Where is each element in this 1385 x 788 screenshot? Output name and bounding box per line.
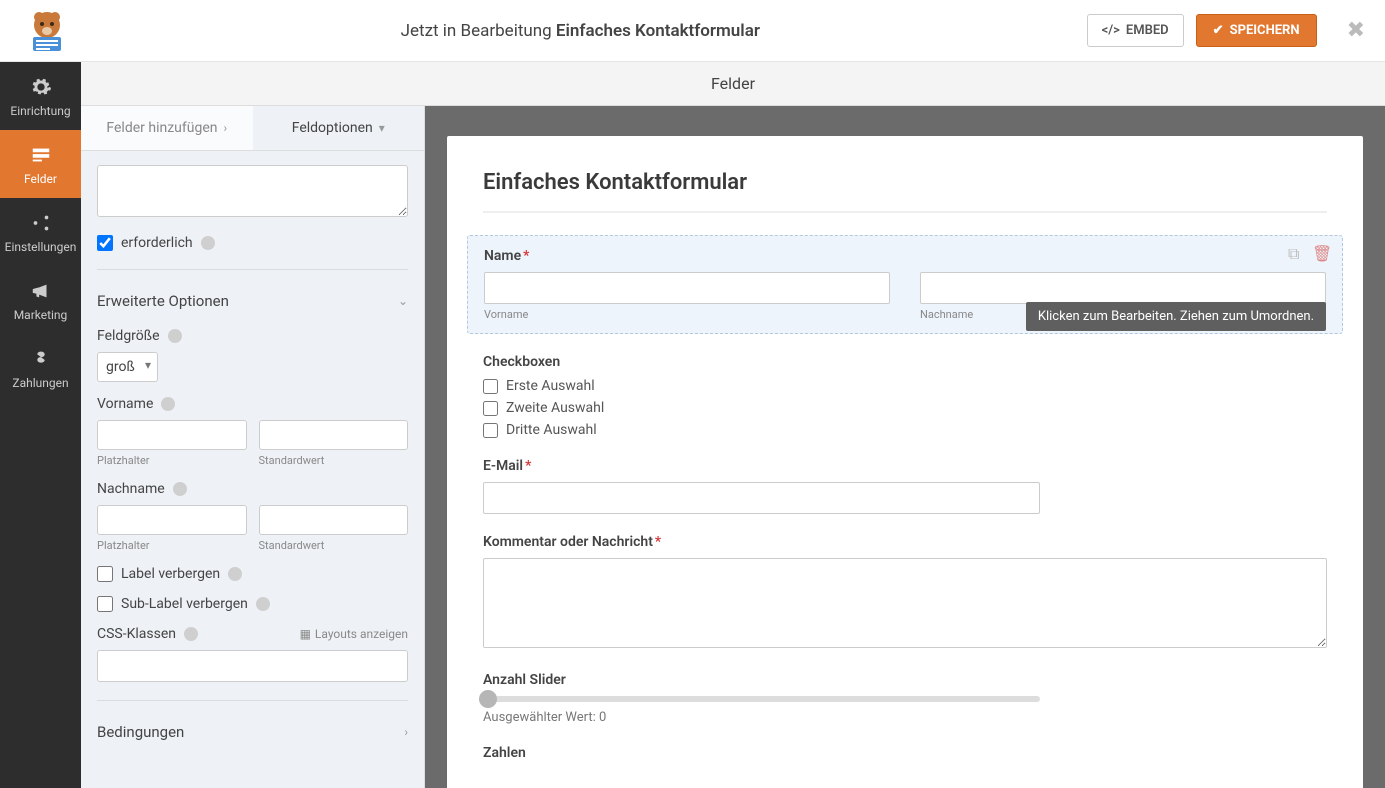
topbar: Jetzt in Bearbeitung Einfaches Kontaktfo… (0, 0, 1385, 62)
panel-scroll[interactable]: erforderlich Erweiterte Optionen⌄ Feldgr… (81, 151, 424, 788)
embed-button[interactable]: </> EMBED (1087, 14, 1184, 47)
firstname-placeholder-input[interactable] (97, 420, 247, 450)
hide-sublabel-text: Sub-Label verbergen (121, 596, 248, 612)
field-size-label: Feldgröße (97, 328, 160, 344)
form-title: Einfaches Kontaktformular (483, 170, 1327, 213)
checkbox-1-label: Erste Auswahl (506, 378, 595, 394)
page-title: Jetzt in Bearbeitung Einfaches Kontaktfo… (74, 21, 1087, 41)
left-nav: Einrichtung Felder Einstellungen Marketi… (0, 62, 81, 788)
lastname-label: Nachname (97, 481, 165, 497)
code-icon: </> (1102, 23, 1120, 38)
side-panel: Felder hinzufügen› Feldoptionen▾ erforde… (81, 106, 425, 788)
save-button[interactable]: ✔ SPEICHERN (1196, 14, 1317, 47)
placeholder-sublabel: Platzhalter (97, 539, 247, 552)
chevron-right-icon: › (223, 121, 227, 135)
css-classes-input[interactable] (97, 650, 408, 682)
comment-label: Kommentar oder Nachricht (483, 534, 653, 550)
checkbox-2[interactable] (483, 401, 498, 416)
slider-thumb[interactable] (479, 690, 497, 708)
css-classes-label: CSS-Klassen (97, 626, 176, 642)
checkboxes-label: Checkboxen (483, 354, 1327, 370)
tab-field-options[interactable]: Feldoptionen▾ (253, 106, 425, 150)
help-icon[interactable] (201, 236, 215, 250)
chevron-down-icon: ▾ (379, 121, 385, 135)
field-numbers[interactable]: Zahlen (483, 745, 1327, 761)
divider (97, 700, 408, 701)
check-icon: ✔ (1213, 23, 1224, 38)
help-icon[interactable] (168, 329, 182, 343)
preview-area: Einfaches Kontaktformular ⧉ 🗑 Name* Vorn… (425, 106, 1385, 788)
nav-marketing[interactable]: Marketing (0, 266, 81, 334)
comment-textarea[interactable] (483, 558, 1327, 648)
field-comment[interactable]: Kommentar oder Nachricht* (483, 534, 1327, 652)
field-checkboxes[interactable]: Checkboxen Erste Auswahl Zweite Auswahl … (483, 354, 1327, 438)
hide-label-text: Label verbergen (121, 566, 220, 582)
field-size-select[interactable]: groß (97, 352, 158, 382)
delete-icon[interactable]: 🗑 (1312, 244, 1328, 260)
nav-setup[interactable]: Einrichtung (0, 62, 81, 130)
help-icon[interactable] (161, 397, 175, 411)
checkbox-2-label: Zweite Auswahl (506, 400, 604, 416)
help-icon[interactable] (173, 482, 187, 496)
firstname-input[interactable] (484, 272, 890, 304)
email-input[interactable] (483, 482, 1040, 514)
lastname-default-input[interactable] (259, 505, 409, 535)
field-email[interactable]: E-Mail* (483, 458, 1327, 514)
slider-value: Ausgewählter Wert: 0 (483, 710, 1327, 725)
nav-fields[interactable]: Felder (0, 130, 81, 198)
hide-label-checkbox[interactable] (97, 566, 113, 582)
advanced-toggle[interactable]: Erweiterte Optionen⌄ (97, 288, 408, 314)
logo (20, 7, 74, 55)
help-icon[interactable] (184, 627, 198, 641)
field-name[interactable]: ⧉ 🗑 Name* Vorname Nachname Klicken zum B… (467, 235, 1343, 334)
checkbox-3-label: Dritte Auswahl (506, 422, 597, 438)
lastname-placeholder-input[interactable] (97, 505, 247, 535)
chevron-down-icon: ⌄ (398, 294, 408, 308)
subheader: Felder (81, 62, 1385, 106)
required-asterisk: * (655, 534, 661, 550)
edit-tooltip: Klicken zum Bearbeiten. Ziehen zum Umord… (1026, 302, 1326, 331)
duplicate-icon[interactable]: ⧉ (1288, 244, 1304, 260)
firstname-label: Vorname (97, 396, 153, 412)
nav-settings[interactable]: Einstellungen (0, 198, 81, 266)
slider-track[interactable] (483, 696, 1040, 702)
grid-icon: ▦ (300, 627, 311, 641)
chevron-right-icon: › (404, 725, 408, 739)
placeholder-sublabel: Platzhalter (97, 454, 247, 467)
email-label: E-Mail (483, 458, 523, 474)
slider-label: Anzahl Slider (483, 672, 1327, 688)
firstname-default-input[interactable] (259, 420, 409, 450)
field-slider[interactable]: Anzahl Slider Ausgewählter Wert: 0 (483, 672, 1327, 725)
checkbox-1[interactable] (483, 379, 498, 394)
close-icon[interactable]: ✖ (1347, 18, 1365, 43)
divider (97, 269, 408, 270)
tab-add-fields[interactable]: Felder hinzufügen› (81, 106, 253, 150)
lastname-input[interactable] (920, 272, 1326, 304)
required-label: erforderlich (121, 235, 193, 251)
help-icon[interactable] (228, 567, 242, 581)
nav-payments[interactable]: Zahlungen (0, 334, 81, 402)
layouts-link[interactable]: ▦Layouts anzeigen (300, 627, 408, 641)
name-label: Name (484, 248, 521, 264)
required-asterisk: * (523, 248, 529, 264)
required-asterisk: * (525, 458, 531, 474)
description-textarea[interactable] (97, 165, 408, 217)
checkbox-3[interactable] (483, 423, 498, 438)
help-icon[interactable] (256, 597, 270, 611)
numbers-label: Zahlen (483, 745, 1327, 761)
default-sublabel: Standardwert (259, 539, 409, 552)
default-sublabel: Standardwert (259, 454, 409, 467)
required-checkbox[interactable] (97, 235, 113, 251)
conditions-toggle[interactable]: Bedingungen› (97, 719, 408, 745)
firstname-sublabel: Vorname (484, 308, 890, 321)
hide-sublabel-checkbox[interactable] (97, 596, 113, 612)
